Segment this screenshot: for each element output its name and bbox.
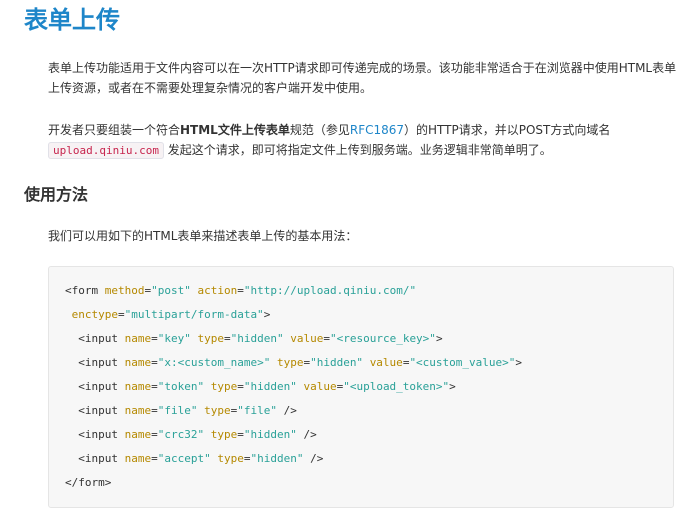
spec-text-1: 开发者只要组装一个符合	[48, 123, 181, 137]
code-line: </form>	[65, 476, 112, 489]
rfc-link[interactable]: RFC1867	[350, 123, 404, 137]
spec-text-2: 规范（参见	[289, 123, 350, 137]
page-title: 表单上传	[24, 6, 120, 34]
spec-paragraph: 开发者只要组装一个符合HTML文件上传表单规范（参见RFC1867）的HTTP请…	[48, 120, 678, 161]
intro-paragraph: 表单上传功能适用于文件内容可以在一次HTTP请求即可传递完成的场景。该功能非常适…	[48, 61, 677, 95]
spec-text-4: 发起这个请求，即可将指定文件上传到服务端。业务逻辑非常简单明了。	[167, 143, 552, 157]
code-line: <input name="crc32" type="hidden" />	[65, 428, 317, 441]
code-line: <input name="token" type="hidden" value=…	[65, 380, 456, 393]
spec-text-3: ）的HTTP请求，并以POST方式向域名	[404, 123, 611, 137]
spec-bold: HTML文件上传表单	[180, 123, 290, 137]
code-line: <input name="key" type="hidden" value="<…	[65, 332, 443, 345]
upload-domain-code: upload.qiniu.com	[48, 142, 164, 159]
code-line: <input name="x:<custom_name>" type="hidd…	[65, 356, 523, 369]
code-line: <form method="post" action="http://uploa…	[65, 284, 417, 297]
code-line: <input name="accept" type="hidden" />	[65, 452, 324, 465]
section-title-usage: 使用方法	[24, 185, 89, 204]
usage-intro: 我们可以用如下的HTML表单来描述表单上传的基本用法：	[48, 229, 358, 243]
code-line: <input name="file" type="file" />	[65, 404, 297, 417]
code-line: enctype="multipart/form-data">	[71, 308, 271, 321]
code-block: <form method="post" action="http://uploa…	[48, 266, 674, 508]
